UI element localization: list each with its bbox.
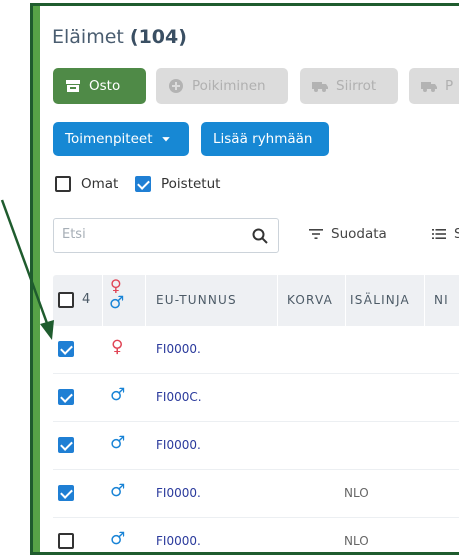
select-all-checkbox[interactable] bbox=[58, 292, 74, 308]
side-accent-bar bbox=[33, 6, 40, 552]
page-title-text: Eläimet bbox=[52, 26, 124, 48]
male-icon: ♂ bbox=[110, 481, 126, 501]
lisaa-ryhmaan-button[interactable]: Lisää ryhmään bbox=[201, 122, 329, 156]
poistetut-checkbox[interactable] bbox=[135, 176, 151, 192]
app-frame: Eläimet (104) Osto Poikiminen Siirrot P … bbox=[30, 3, 459, 555]
caret-down-icon bbox=[161, 137, 170, 142]
lisaa-ryhmaan-label: Lisää ryhmään bbox=[213, 131, 313, 147]
omat-checkbox[interactable] bbox=[55, 176, 71, 192]
page-title: Eläimet (104) bbox=[52, 26, 187, 48]
eu-tunnus-link[interactable]: FI0000. bbox=[156, 486, 201, 500]
row-checkbox[interactable] bbox=[58, 437, 74, 453]
search-input[interactable] bbox=[62, 227, 232, 242]
osto-label: Osto bbox=[89, 78, 121, 94]
male-icon: ♂ bbox=[110, 433, 126, 453]
table-row[interactable]: ♂ FI0000. NLO bbox=[53, 518, 459, 552]
poikiminen-label: Poikiminen bbox=[192, 78, 266, 94]
suodata-label: Suodata bbox=[331, 226, 387, 242]
toimenpiteet-label: Toimenpiteet bbox=[65, 131, 153, 147]
col-korva[interactable]: KORVA bbox=[287, 293, 333, 307]
search-icon[interactable] bbox=[252, 228, 268, 244]
column-divider bbox=[145, 275, 146, 326]
siirrot-label: Siirrot bbox=[336, 78, 377, 94]
table-row[interactable]: ♂ FI0000. NLO bbox=[53, 470, 459, 518]
list-icon bbox=[432, 229, 446, 239]
column-divider bbox=[102, 275, 103, 326]
eu-tunnus-link[interactable]: FI0000. bbox=[156, 534, 201, 548]
table-row[interactable]: ♂ FI0000. bbox=[53, 422, 459, 470]
register-icon bbox=[66, 80, 80, 92]
truck-icon bbox=[421, 82, 437, 92]
table-header: 4 ♀ ♂ EU-TUNNUS KORVA ISÄLINJA NI bbox=[53, 275, 459, 326]
korva-value: NLO bbox=[344, 534, 369, 548]
col-isalinja[interactable]: ISÄLINJA bbox=[350, 293, 410, 307]
truck-icon bbox=[312, 82, 328, 92]
column-divider bbox=[277, 275, 278, 326]
table-row[interactable]: ♂ FI000C. bbox=[53, 374, 459, 422]
poistetut-label: Poistetut bbox=[161, 176, 221, 192]
siirrot-button[interactable]: Siirrot bbox=[300, 68, 398, 104]
main-content: Eläimet (104) Osto Poikiminen Siirrot P … bbox=[40, 6, 459, 552]
s-label: S bbox=[454, 226, 459, 242]
eu-tunnus-link[interactable]: FI000C. bbox=[156, 390, 202, 404]
p-button[interactable]: P bbox=[409, 68, 459, 104]
column-divider bbox=[424, 275, 425, 326]
male-icon: ♂ bbox=[109, 293, 125, 313]
korva-value: NLO bbox=[344, 486, 369, 500]
row-checkbox[interactable] bbox=[58, 485, 74, 501]
suodata-button[interactable]: Suodata bbox=[309, 226, 387, 242]
eu-tunnus-link[interactable]: FI0000. bbox=[156, 342, 201, 356]
filter-icon bbox=[309, 229, 323, 239]
omat-label: Omat bbox=[81, 176, 119, 192]
column-divider bbox=[345, 275, 346, 326]
male-icon: ♂ bbox=[110, 529, 126, 549]
row-checkbox[interactable] bbox=[58, 389, 74, 405]
male-icon: ♂ bbox=[110, 385, 126, 405]
poikiminen-button[interactable]: Poikiminen bbox=[156, 68, 288, 104]
table-row[interactable]: ♀ FI0000. bbox=[53, 326, 459, 374]
row-checkbox[interactable] bbox=[58, 533, 74, 549]
col-eu-tunnus[interactable]: EU-TUNNUS bbox=[156, 293, 237, 307]
animal-count: (104) bbox=[129, 26, 187, 48]
eu-tunnus-link[interactable]: FI0000. bbox=[156, 438, 201, 452]
p-label: P bbox=[445, 78, 454, 94]
row-checkbox[interactable] bbox=[58, 341, 74, 357]
plus-circle-icon bbox=[169, 79, 183, 93]
osto-button[interactable]: Osto bbox=[53, 68, 146, 104]
col-ni[interactable]: NI bbox=[434, 293, 449, 307]
selected-count: 4 bbox=[82, 292, 92, 307]
s-button[interactable]: S bbox=[432, 226, 459, 242]
search-box bbox=[53, 218, 279, 253]
female-icon: ♀ bbox=[111, 337, 124, 357]
toimenpiteet-dropdown[interactable]: Toimenpiteet bbox=[53, 122, 189, 156]
